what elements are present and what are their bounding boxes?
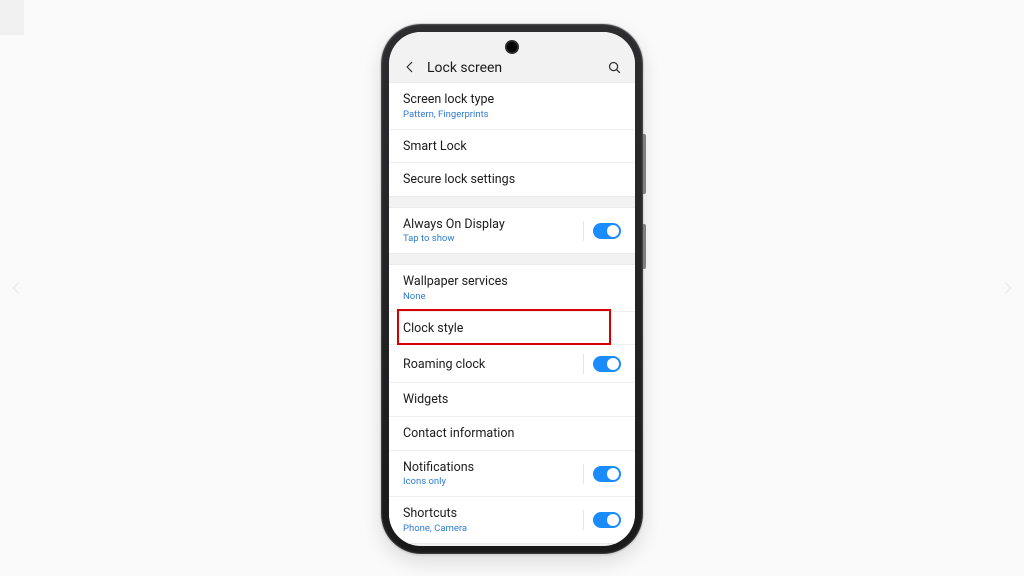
settings-group: Always On DisplayTap to show xyxy=(389,207,635,255)
settings-row-shortcuts[interactable]: ShortcutsPhone, Camera xyxy=(389,496,635,543)
row-subtitle: Tap to show xyxy=(403,233,505,245)
settings-row-roaming-clock[interactable]: Roaming clock xyxy=(389,344,635,382)
row-title: Clock style xyxy=(403,321,463,337)
settings-row-smart-lock[interactable]: Smart Lock xyxy=(389,129,635,163)
row-labels: Contact information xyxy=(403,426,514,442)
row-subtitle: Pattern, Fingerprints xyxy=(403,109,494,121)
row-labels: Clock style xyxy=(403,321,463,337)
row-title: Widgets xyxy=(403,392,448,408)
settings-row-notifications[interactable]: NotificationsIcons only xyxy=(389,450,635,497)
toggle-knob xyxy=(607,225,619,237)
row-labels: Always On DisplayTap to show xyxy=(403,217,505,246)
page-corner-strip xyxy=(0,0,24,35)
row-title: Secure lock settings xyxy=(403,172,515,188)
settings-group: Wallpaper servicesNone Clock style Roaming… xyxy=(389,264,635,543)
row-title: Always On Display xyxy=(403,217,505,233)
toggle-wrap xyxy=(579,354,621,374)
settings-row-always-on-display[interactable]: Always On DisplayTap to show xyxy=(389,208,635,254)
toggle-wrap xyxy=(579,510,621,530)
settings-row-contact-info[interactable]: Contact information xyxy=(389,416,635,450)
row-labels: Secure lock settings xyxy=(403,172,515,188)
carousel-prev-icon xyxy=(8,274,24,302)
row-subtitle: Icons only xyxy=(403,476,474,488)
row-title: Shortcuts xyxy=(403,506,467,522)
row-title: Smart Lock xyxy=(403,139,467,155)
search-button[interactable] xyxy=(605,58,623,76)
row-subtitle: None xyxy=(403,291,508,303)
toggle-knob xyxy=(607,358,619,370)
row-title: Screen lock type xyxy=(403,92,494,108)
app-bar: Lock screen xyxy=(389,32,635,82)
settings-row-widgets[interactable]: Widgets xyxy=(389,382,635,416)
settings-row-screen-lock-type[interactable]: Screen lock typePattern, Fingerprints xyxy=(389,83,635,129)
back-button[interactable] xyxy=(401,58,419,76)
camera-cutout xyxy=(507,42,517,52)
carousel-next-icon xyxy=(1000,274,1016,302)
row-labels: Screen lock typePattern, Fingerprints xyxy=(403,92,494,121)
row-labels: ShortcutsPhone, Camera xyxy=(403,506,467,535)
row-subtitle: Phone, Camera xyxy=(403,523,467,535)
toggle-divider xyxy=(583,510,584,530)
phone-frame: Lock screen Screen lock typePattern, Fin… xyxy=(381,24,643,554)
phone-screen: Lock screen Screen lock typePattern, Fin… xyxy=(389,32,635,546)
toggle-knob xyxy=(607,514,619,526)
page-title: Lock screen xyxy=(427,60,605,76)
toggle-divider xyxy=(583,221,584,241)
toggle-knob xyxy=(607,468,619,480)
row-labels: Smart Lock xyxy=(403,139,467,155)
toggle-divider xyxy=(583,464,584,484)
row-title: Roaming clock xyxy=(403,357,485,373)
row-title: Contact information xyxy=(403,426,514,442)
toggle-switch[interactable] xyxy=(593,223,621,239)
settings-group: Screen lock typePattern, Fingerprints Sma… xyxy=(389,82,635,197)
toggle-switch[interactable] xyxy=(593,512,621,528)
row-title: Wallpaper services xyxy=(403,274,508,290)
toggle-wrap xyxy=(579,464,621,484)
settings-row-secure-lock[interactable]: Secure lock settings xyxy=(389,162,635,196)
row-labels: Roaming clock xyxy=(403,357,485,373)
toggle-switch[interactable] xyxy=(593,356,621,372)
row-labels: NotificationsIcons only xyxy=(403,460,474,489)
toggle-divider xyxy=(583,354,584,374)
settings-row-wallpaper-services[interactable]: Wallpaper servicesNone xyxy=(389,265,635,311)
row-title: Notifications xyxy=(403,460,474,476)
row-labels: Widgets xyxy=(403,392,448,408)
toggle-wrap xyxy=(579,221,621,241)
settings-row-clock-style[interactable]: Clock style xyxy=(389,311,635,345)
settings-list: Screen lock typePattern, Fingerprints Sma… xyxy=(389,82,635,546)
row-labels: Wallpaper servicesNone xyxy=(403,274,508,303)
toggle-switch[interactable] xyxy=(593,466,621,482)
